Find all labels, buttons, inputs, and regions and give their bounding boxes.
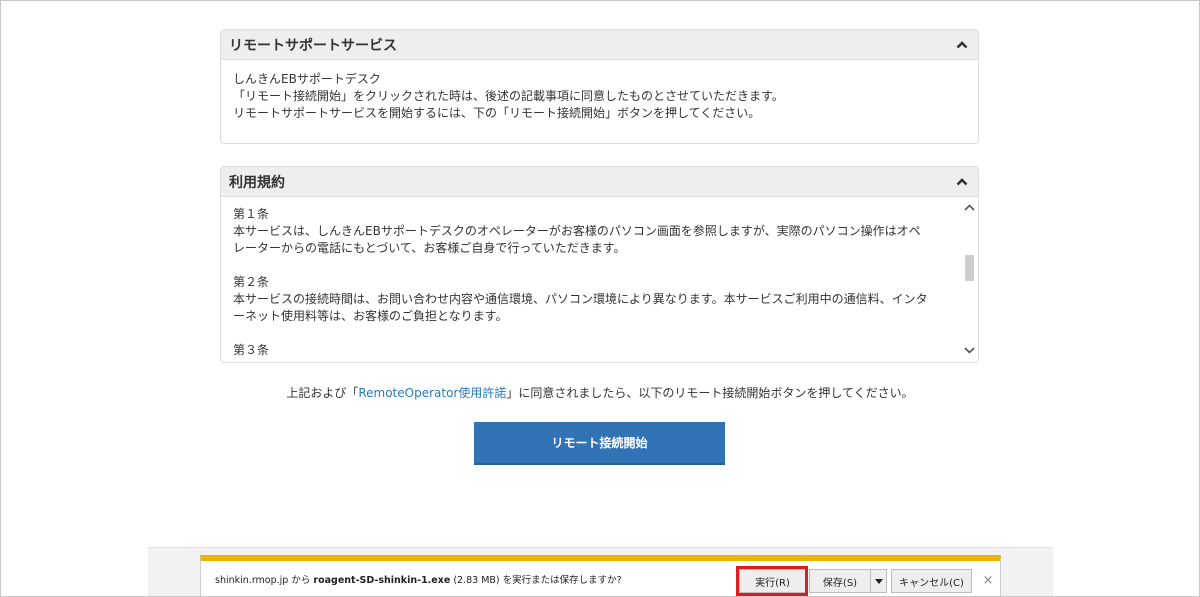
terms-panel-title: 利用規約 — [229, 174, 285, 191]
terms-article-1: 第１条 本サービスは、しんきんEBサポートデスクのオペレーターがお客様のパソコン… — [233, 206, 929, 257]
scroll-up-arrow-icon[interactable] — [961, 199, 978, 216]
agreement-instruction: 上記および「RemoteOperator使用許諾」に同意されましたら、以下のリモ… — [1, 384, 1199, 401]
collapse-chevron-up-icon[interactable] — [954, 174, 970, 190]
terms-article-3: 第３条 — [233, 342, 929, 359]
article-heading: 第１条 — [233, 207, 270, 221]
save-options-dropdown[interactable] — [870, 569, 887, 593]
remote-operator-license-link[interactable]: RemoteOperator使用許諾 — [358, 386, 506, 400]
run-button[interactable]: 実行(R) — [739, 569, 806, 593]
download-prompt-text: shinkin.rmop.jp から roagent-SD-shinkin-1.… — [215, 572, 622, 586]
article-heading: 第３条 — [233, 343, 270, 357]
terms-scrollbar[interactable] — [961, 197, 978, 362]
terms-scroll-area[interactable]: 第１条 本サービスは、しんきんEBサポートデスクのオペレーターがお客様のパソコン… — [221, 197, 978, 362]
download-from: から — [288, 575, 314, 586]
download-question: を実行または保存しますか? — [502, 575, 622, 586]
terms-panel-header[interactable]: 利用規約 — [221, 167, 978, 197]
scroll-down-arrow-icon[interactable] — [961, 342, 978, 359]
download-filename: roagent-SD-shinkin-1.exe — [313, 575, 451, 586]
terms-article-2: 第２条 本サービスの接続時間は、お問い合わせ内容や通信環境、パソコン環境により異… — [233, 274, 929, 325]
browser-page: リモートサポートサービス しんきんEBサポートデスク 「リモート接続開始」をクリ… — [0, 0, 1200, 597]
article-heading: 第２条 — [233, 275, 270, 289]
agreement-suffix: 」に同意されましたら、以下のリモート接続開始ボタンを押してください。 — [506, 386, 914, 400]
remote-support-desk-name: しんきんEBサポートデスク — [233, 72, 381, 86]
collapse-chevron-up-icon[interactable] — [954, 37, 970, 53]
download-domain: shinkin.rmop.jp — [215, 575, 289, 586]
terms-text: 第１条 本サービスは、しんきんEBサポートデスクのオペレーターがお客様のパソコン… — [221, 197, 941, 362]
terms-of-use-panel: 利用規約 第１条 本サービスは、しんきんEBサポートデスクのオペレーターがお客様… — [220, 166, 979, 363]
scrollbar-thumb[interactable] — [965, 255, 974, 281]
remote-support-instruction: リモートサポートサービスを開始するには、下の「リモート接続開始」ボタンを押してく… — [233, 106, 761, 120]
agreement-prefix: 上記および「 — [286, 386, 359, 400]
dropdown-arrow-icon — [874, 578, 883, 584]
cancel-button[interactable]: キャンセル(C) — [891, 569, 972, 593]
download-notification-bar: shinkin.rmop.jp から roagent-SD-shinkin-1.… — [200, 555, 1001, 596]
download-size: (2.83 MB) — [450, 575, 503, 586]
article-text: 本サービスの接続時間は、お問い合わせ内容や通信環境、パソコン環境により異なります… — [233, 292, 928, 323]
remote-support-panel: リモートサポートサービス しんきんEBサポートデスク 「リモート接続開始」をクリ… — [220, 29, 979, 144]
remote-support-panel-title: リモートサポートサービス — [229, 37, 397, 54]
remote-support-panel-header[interactable]: リモートサポートサービス — [221, 30, 978, 60]
remote-connection-start-button[interactable]: リモート接続開始 — [474, 422, 725, 465]
remote-support-panel-body: しんきんEBサポートデスク 「リモート接続開始」をクリックされた時は、後述の記載… — [221, 60, 978, 133]
remote-support-consent-note: 「リモート接続開始」をクリックされた時は、後述の記載事項に同意したものとさせてい… — [233, 89, 784, 103]
save-button[interactable]: 保存(S) — [809, 569, 871, 593]
close-icon[interactable]: × — [981, 572, 995, 588]
article-text: 本サービスは、しんきんEBサポートデスクのオペレーターがお客様のパソコン画面を参… — [233, 224, 921, 255]
